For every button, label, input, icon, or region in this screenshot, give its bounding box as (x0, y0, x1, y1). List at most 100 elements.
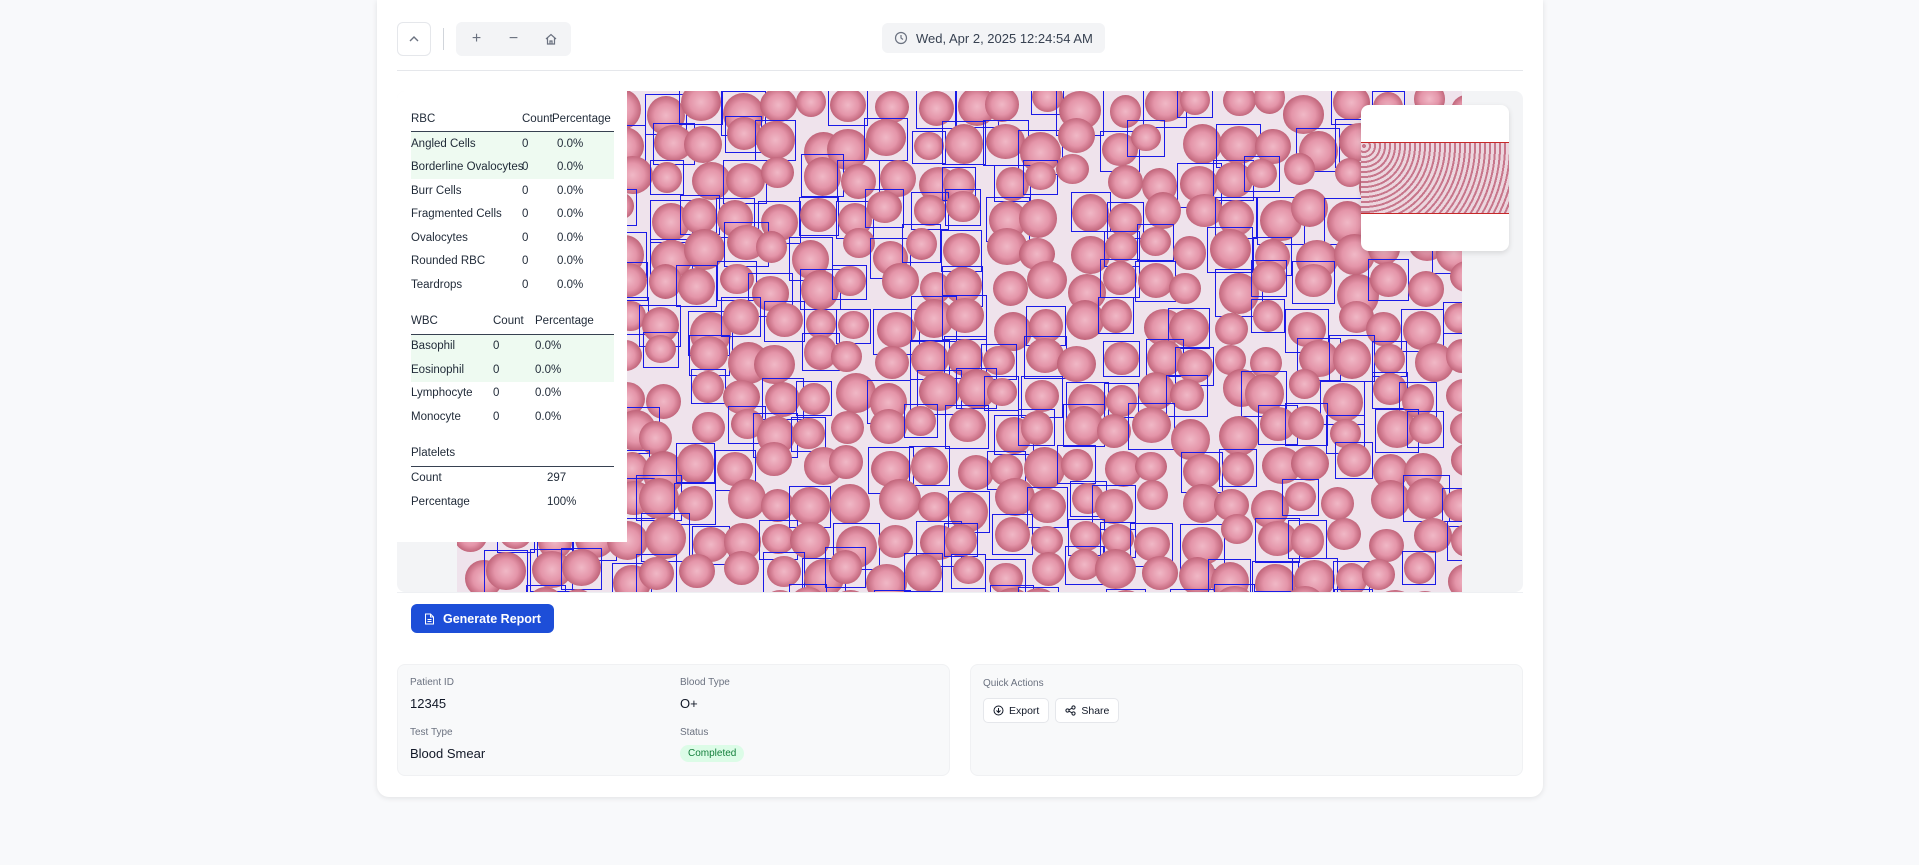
detection-box (1057, 445, 1097, 485)
platelets-count-row: Count 297 (411, 467, 614, 491)
red-blood-cell (882, 263, 919, 299)
red-blood-cell (1136, 479, 1168, 510)
detection-box (1285, 403, 1328, 446)
timestamp-display: Wed, Apr 2, 2025 12:24:54 AM (882, 23, 1105, 53)
detection-box (912, 130, 946, 164)
table-row: Borderline Ovalocytes 0 0.0% (411, 155, 614, 179)
detection-box (1328, 335, 1376, 382)
table-row: Eosinophil 0 0.0% (411, 358, 614, 382)
detection-box (951, 553, 987, 589)
cell-count: 0 (522, 184, 529, 197)
cell-percentage: 0.0% (557, 208, 584, 221)
cell-type: Borderline Ovalocytes (411, 155, 524, 179)
cell-count: 0 (493, 334, 535, 358)
detection-box (1447, 521, 1462, 562)
detection-box (788, 584, 828, 592)
cell-count: 0 (493, 387, 500, 400)
red-blood-cell (1446, 378, 1462, 413)
minimap-viewport-indicator[interactable] (1361, 142, 1509, 214)
patient-id-value: 12345 (410, 696, 447, 711)
red-blood-cell (1094, 549, 1137, 590)
zoom-in-button[interactable]: + (458, 22, 495, 56)
detection-box (944, 189, 982, 226)
cell-stats-panel: RBC Count Percentage Angled Cells 0 0.0% B… (397, 91, 627, 542)
collapse-button[interactable] (397, 22, 431, 56)
cell-type: Burr Cells (411, 184, 462, 197)
red-blood-cell (1369, 528, 1404, 563)
red-blood-cell (1135, 451, 1168, 482)
wbc-table: WBC Count Percentage Basophil 0 0.0% Eosin… (411, 308, 614, 429)
platelets-count-label: Count (411, 472, 442, 485)
table-row: Rounded RBC 0 0.0% (411, 250, 614, 274)
rbc-percentage-header: Percentage (552, 106, 614, 132)
cell-count: 0 (522, 155, 552, 179)
detection-box (649, 160, 684, 195)
detection-box (1097, 297, 1135, 334)
red-blood-cell (728, 479, 766, 519)
rbc-count-header: Count (522, 106, 553, 132)
detection-box (1402, 550, 1437, 586)
zoom-out-button[interactable]: − (495, 22, 532, 56)
export-button[interactable]: Export (983, 698, 1050, 723)
slide-viewer[interactable]: RBC Count Percentage Angled Cells 0 0.0% B… (397, 91, 1523, 592)
red-blood-cell (761, 157, 795, 188)
table-row: Fragmented Cells 0 0.0% (411, 203, 614, 227)
platelets-count-value: 297 (547, 472, 567, 485)
red-blood-cell (1096, 414, 1131, 449)
detection-box (764, 300, 806, 342)
detection-box (1219, 449, 1258, 488)
red-blood-cell (684, 125, 723, 163)
cell-percentage: 0.0% (535, 334, 614, 358)
patient-id-field: Patient ID 12345 (410, 677, 454, 711)
detection-box (560, 547, 603, 590)
red-blood-cell (1407, 271, 1444, 307)
reset-view-button[interactable] (532, 22, 569, 56)
platelets-header: Platelets (411, 441, 614, 467)
red-blood-cell (1451, 443, 1462, 477)
red-blood-cell (874, 345, 910, 380)
detection-box (723, 159, 768, 204)
red-blood-cell (1291, 446, 1330, 482)
cell-type: Fragmented Cells (411, 208, 502, 221)
detection-box (1213, 584, 1256, 592)
cell-percentage: 0.0% (535, 358, 614, 382)
red-blood-cell (1056, 346, 1097, 383)
detection-box (824, 546, 866, 588)
generate-report-button[interactable]: Generate Report (411, 604, 554, 633)
minimap[interactable] (1361, 105, 1509, 251)
red-blood-cell (865, 563, 908, 592)
status-label: Status (680, 727, 709, 738)
detection-box (864, 117, 908, 162)
wbc-section: WBC Count Percentage Basophil 0 0.0% Eosin… (411, 308, 614, 429)
cell-count: 0 (493, 410, 500, 423)
detection-box (1335, 441, 1373, 480)
cell-count: 0 (493, 358, 535, 382)
detection-box (1442, 301, 1462, 335)
red-blood-cell (795, 91, 827, 118)
red-blood-cell (831, 411, 865, 445)
patient-info-panel: Patient ID 12345 Blood Type O+ Test Type… (397, 664, 950, 776)
blood-type-label: Blood Type (680, 677, 730, 688)
detection-box (1243, 155, 1281, 193)
red-blood-cell (1019, 198, 1058, 238)
download-icon (993, 705, 1004, 716)
cell-count: 0 (522, 255, 529, 268)
detection-box (1292, 261, 1336, 305)
rbc-table: RBC Count Percentage Angled Cells 0 0.0% B… (411, 106, 614, 297)
test-type-value: Blood Smear (410, 746, 486, 761)
cell-type: Lymphocyte (411, 387, 473, 400)
detection-box (690, 368, 726, 404)
red-blood-cell (1058, 118, 1096, 154)
rbc-section: RBC Count Percentage Angled Cells 0 0.0% B… (411, 106, 614, 297)
table-row: Basophil 0 0.0% (411, 334, 614, 358)
red-blood-cell (756, 441, 793, 477)
plus-icon: + (471, 30, 482, 47)
rbc-header: RBC (411, 106, 522, 132)
detection-box (1207, 226, 1254, 273)
cell-type: Monocyte (411, 410, 461, 423)
cell-percentage: 0.0% (557, 278, 584, 291)
detection-box (484, 550, 529, 592)
share-button[interactable]: Share (1055, 698, 1120, 723)
detection-box (525, 585, 566, 592)
red-blood-cell (1142, 556, 1179, 590)
